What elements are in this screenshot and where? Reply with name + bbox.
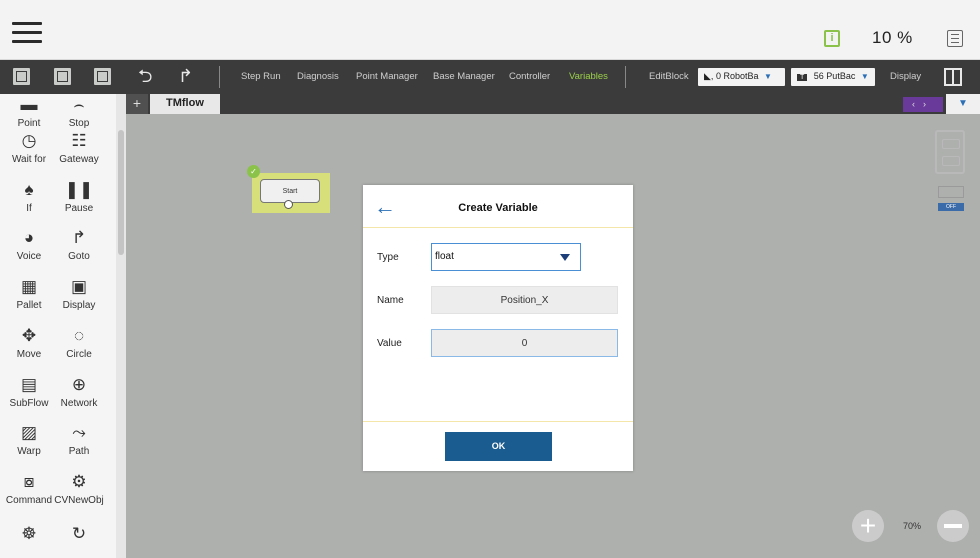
node-label: Circle bbox=[66, 349, 92, 360]
node-label: Network bbox=[60, 398, 98, 409]
open-icon[interactable] bbox=[94, 68, 111, 85]
node-label: CVNewObj bbox=[54, 495, 104, 506]
base-icon: ◣, bbox=[704, 71, 714, 81]
display-panel-icon[interactable] bbox=[944, 68, 962, 86]
toolbar: ⮌ ↱ Step Run Diagnosis Point Manager Bas… bbox=[0, 60, 980, 94]
node-label: Goto bbox=[68, 251, 90, 262]
node-sidebar: ▬ Point ⌢ Stop ◷ Wait for ☷ Gateway ♠ If… bbox=[0, 94, 116, 558]
off-toggle[interactable]: OFF bbox=[938, 203, 964, 211]
name-label: Name bbox=[377, 295, 404, 306]
type-label: Type bbox=[377, 252, 399, 263]
variables-link[interactable]: Variables bbox=[569, 71, 608, 82]
dropdown-triangle-icon bbox=[560, 254, 570, 261]
diagnosis-link[interactable]: Diagnosis bbox=[297, 71, 339, 82]
zoom-out-button[interactable] bbox=[937, 510, 969, 542]
dialog-title: Create Variable bbox=[458, 202, 538, 214]
node-cvnewobj[interactable]: ⚙ CVNewObj bbox=[50, 469, 108, 506]
toolbar-divider bbox=[219, 66, 220, 88]
ok-button[interactable]: OK bbox=[445, 432, 552, 461]
undo-arrow-icon[interactable]: ⮌ bbox=[138, 66, 152, 86]
stop-icon: ⌢ bbox=[73, 95, 85, 114]
hamburger-icon[interactable] bbox=[12, 22, 42, 43]
node-label: Gateway bbox=[59, 154, 99, 165]
value-label: Value bbox=[377, 338, 402, 349]
node-display[interactable]: ▣ Display bbox=[50, 274, 108, 311]
name-field[interactable] bbox=[431, 286, 618, 314]
tool-dropdown[interactable]: T 56 PutBac ▼ bbox=[791, 68, 875, 86]
display-link[interactable]: Display bbox=[890, 71, 921, 82]
robot-base-dropdown[interactable]: ◣, 0 RobotBa ▼ bbox=[698, 68, 785, 86]
tab-scroll-arrows[interactable]: ‹› bbox=[903, 97, 943, 112]
goto-icon: ↱ bbox=[71, 228, 87, 247]
create-variable-dialog: ← Create Variable Type float Name Value … bbox=[363, 185, 633, 471]
check-icon: ✓ bbox=[247, 165, 260, 178]
flow-layout-icon[interactable] bbox=[935, 130, 965, 174]
sidebar-scroll-thumb[interactable] bbox=[118, 130, 124, 255]
tool-value: 56 PutBac bbox=[813, 71, 856, 81]
type-value: float bbox=[435, 251, 454, 262]
node-label: Display bbox=[62, 300, 96, 311]
network-icon: ⊕ bbox=[71, 375, 87, 394]
edit-block-link[interactable]: EditBlock bbox=[649, 71, 689, 82]
start-node-port[interactable] bbox=[284, 200, 293, 209]
node-network[interactable]: ⊕ Network bbox=[50, 372, 108, 409]
tool-badge: T bbox=[797, 74, 808, 81]
gateway-icon: ☷ bbox=[71, 131, 87, 150]
tab-tmflow[interactable]: TMflow bbox=[150, 94, 220, 114]
chevron-down-icon: ▼ bbox=[860, 72, 869, 81]
node-gateway[interactable]: ☷ Gateway bbox=[50, 128, 108, 165]
node-partial[interactable]: ↻ bbox=[50, 521, 108, 547]
menu-icon[interactable] bbox=[947, 30, 963, 47]
cvnewobj-icon: ⚙ bbox=[71, 472, 87, 491]
tab-list-dropdown[interactable]: ▼ bbox=[946, 94, 980, 114]
node-pause[interactable]: ❚❚ Pause bbox=[50, 177, 108, 214]
base-manager-link[interactable]: Base Manager bbox=[433, 71, 495, 82]
type-select[interactable]: float bbox=[431, 243, 581, 271]
info-icon[interactable]: i bbox=[824, 30, 840, 47]
node-path[interactable]: ⤳ Path bbox=[50, 420, 108, 457]
speed-indicator: 10 % bbox=[872, 28, 913, 47]
node-goto[interactable]: ↱ Goto bbox=[50, 225, 108, 262]
flow-tab-strip bbox=[126, 94, 980, 114]
controller-link[interactable]: Controller bbox=[509, 71, 550, 82]
add-tab-button[interactable]: + bbox=[126, 94, 148, 114]
node-label: Pause bbox=[64, 203, 94, 214]
chevron-down-icon: ▼ bbox=[763, 72, 772, 81]
step-run-link[interactable]: Step Run bbox=[241, 71, 281, 82]
dialog-divider bbox=[363, 227, 633, 228]
node-label: Path bbox=[68, 446, 90, 457]
save-icon[interactable] bbox=[54, 68, 71, 85]
project-icon[interactable] bbox=[13, 68, 30, 85]
circle-icon: ◌ bbox=[73, 326, 85, 345]
path-icon: ⤳ bbox=[72, 423, 86, 442]
node-circle[interactable]: ◌ Circle bbox=[50, 323, 108, 360]
dialog-divider bbox=[363, 421, 633, 422]
top-bar: i 10 % bbox=[0, 0, 980, 60]
loop-icon: ↻ bbox=[71, 524, 87, 543]
node-stop[interactable]: ⌢ Stop bbox=[50, 92, 108, 129]
zoom-level: 70% bbox=[903, 521, 922, 531]
zoom-in-button[interactable]: + bbox=[852, 510, 884, 542]
toolbar-divider bbox=[625, 66, 626, 88]
redo-arrow-icon[interactable]: ↱ bbox=[178, 66, 193, 86]
point-manager-link[interactable]: Point Manager bbox=[356, 71, 418, 82]
pause-icon: ❚❚ bbox=[64, 180, 94, 199]
display-icon: ▣ bbox=[70, 277, 88, 296]
robot-base-value: 0 RobotBa bbox=[715, 71, 759, 81]
io-icon[interactable] bbox=[938, 186, 964, 198]
value-field[interactable] bbox=[431, 329, 618, 357]
